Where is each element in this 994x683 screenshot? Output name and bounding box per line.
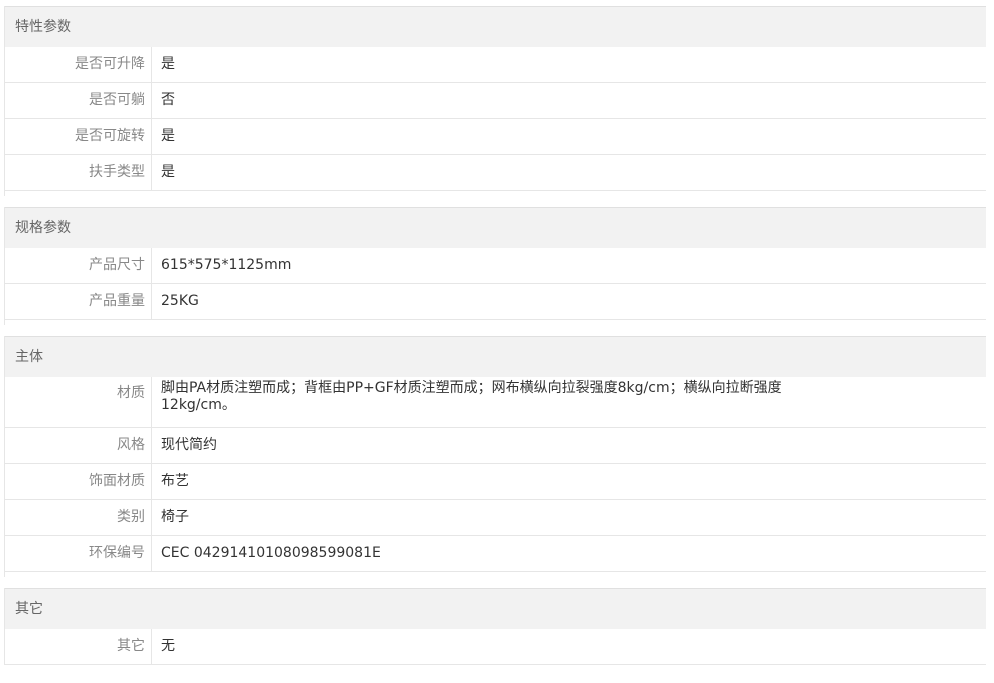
spec-table: 特性参数 是否可升降 是 是否可躺 否 是否可旋转 是 扶手类型 是 规格参数 …	[4, 0, 986, 665]
spec-label: 其它	[5, 629, 152, 664]
spec-label: 产品重量	[5, 284, 152, 319]
spec-row: 扶手类型 是	[5, 155, 986, 191]
section-specs: 规格参数 产品尺寸 615*575*1125mm 产品重量 25KG	[4, 207, 986, 325]
spec-value: 椅子	[161, 509, 189, 525]
spec-row: 是否可躺 否	[5, 83, 986, 119]
spec-value: 布艺	[161, 473, 189, 489]
section-features: 特性参数 是否可升降 是 是否可躺 否 是否可旋转 是 扶手类型 是	[4, 6, 986, 196]
spec-row: 其它 无	[5, 629, 986, 665]
spec-row: 产品重量 25KG	[5, 284, 986, 320]
spec-value: CEC 04291410108098599081E	[161, 545, 381, 561]
spec-label: 是否可升降	[5, 47, 152, 82]
spec-value: 是	[161, 164, 175, 180]
spec-value: 否	[161, 92, 175, 108]
spec-label: 类别	[5, 500, 152, 535]
spec-label: 是否可旋转	[5, 119, 152, 154]
spec-label: 环保编号	[5, 536, 152, 571]
spec-row: 饰面材质 布艺	[5, 464, 986, 500]
section-title: 其它	[5, 588, 986, 629]
spec-row: 环保编号 CEC 04291410108098599081E	[5, 536, 986, 572]
section-title: 规格参数	[5, 207, 986, 248]
spec-value: 615*575*1125mm	[161, 257, 292, 273]
spec-label: 是否可躺	[5, 83, 152, 118]
spec-row: 材质 脚由PA材质注塑而成；背框由PP+GF材质注塑而成；网布横纵向拉裂强度8k…	[5, 377, 986, 428]
spec-value: 现代简约	[161, 437, 217, 453]
spec-row: 风格 现代简约	[5, 428, 986, 464]
spec-value: 脚由PA材质注塑而成；背框由PP+GF材质注塑而成；网布横纵向拉裂强度8kg/c…	[161, 380, 782, 413]
spec-row: 类别 椅子	[5, 500, 986, 536]
spec-value: 是	[161, 56, 175, 72]
section-title: 特性参数	[5, 6, 986, 47]
spec-value: 无	[161, 638, 175, 654]
spec-label: 扶手类型	[5, 155, 152, 190]
section-other: 其它 其它 无	[4, 588, 986, 665]
spec-value: 25KG	[161, 293, 199, 309]
spec-value: 是	[161, 128, 175, 144]
spec-label: 饰面材质	[5, 464, 152, 499]
section-body: 主体 材质 脚由PA材质注塑而成；背框由PP+GF材质注塑而成；网布横纵向拉裂强…	[4, 336, 986, 577]
spec-label: 风格	[5, 428, 152, 463]
spec-row: 是否可升降 是	[5, 47, 986, 83]
spec-row: 产品尺寸 615*575*1125mm	[5, 248, 986, 284]
spec-label: 材质	[5, 377, 152, 427]
section-title: 主体	[5, 336, 986, 377]
spec-label: 产品尺寸	[5, 248, 152, 283]
spec-row: 是否可旋转 是	[5, 119, 986, 155]
